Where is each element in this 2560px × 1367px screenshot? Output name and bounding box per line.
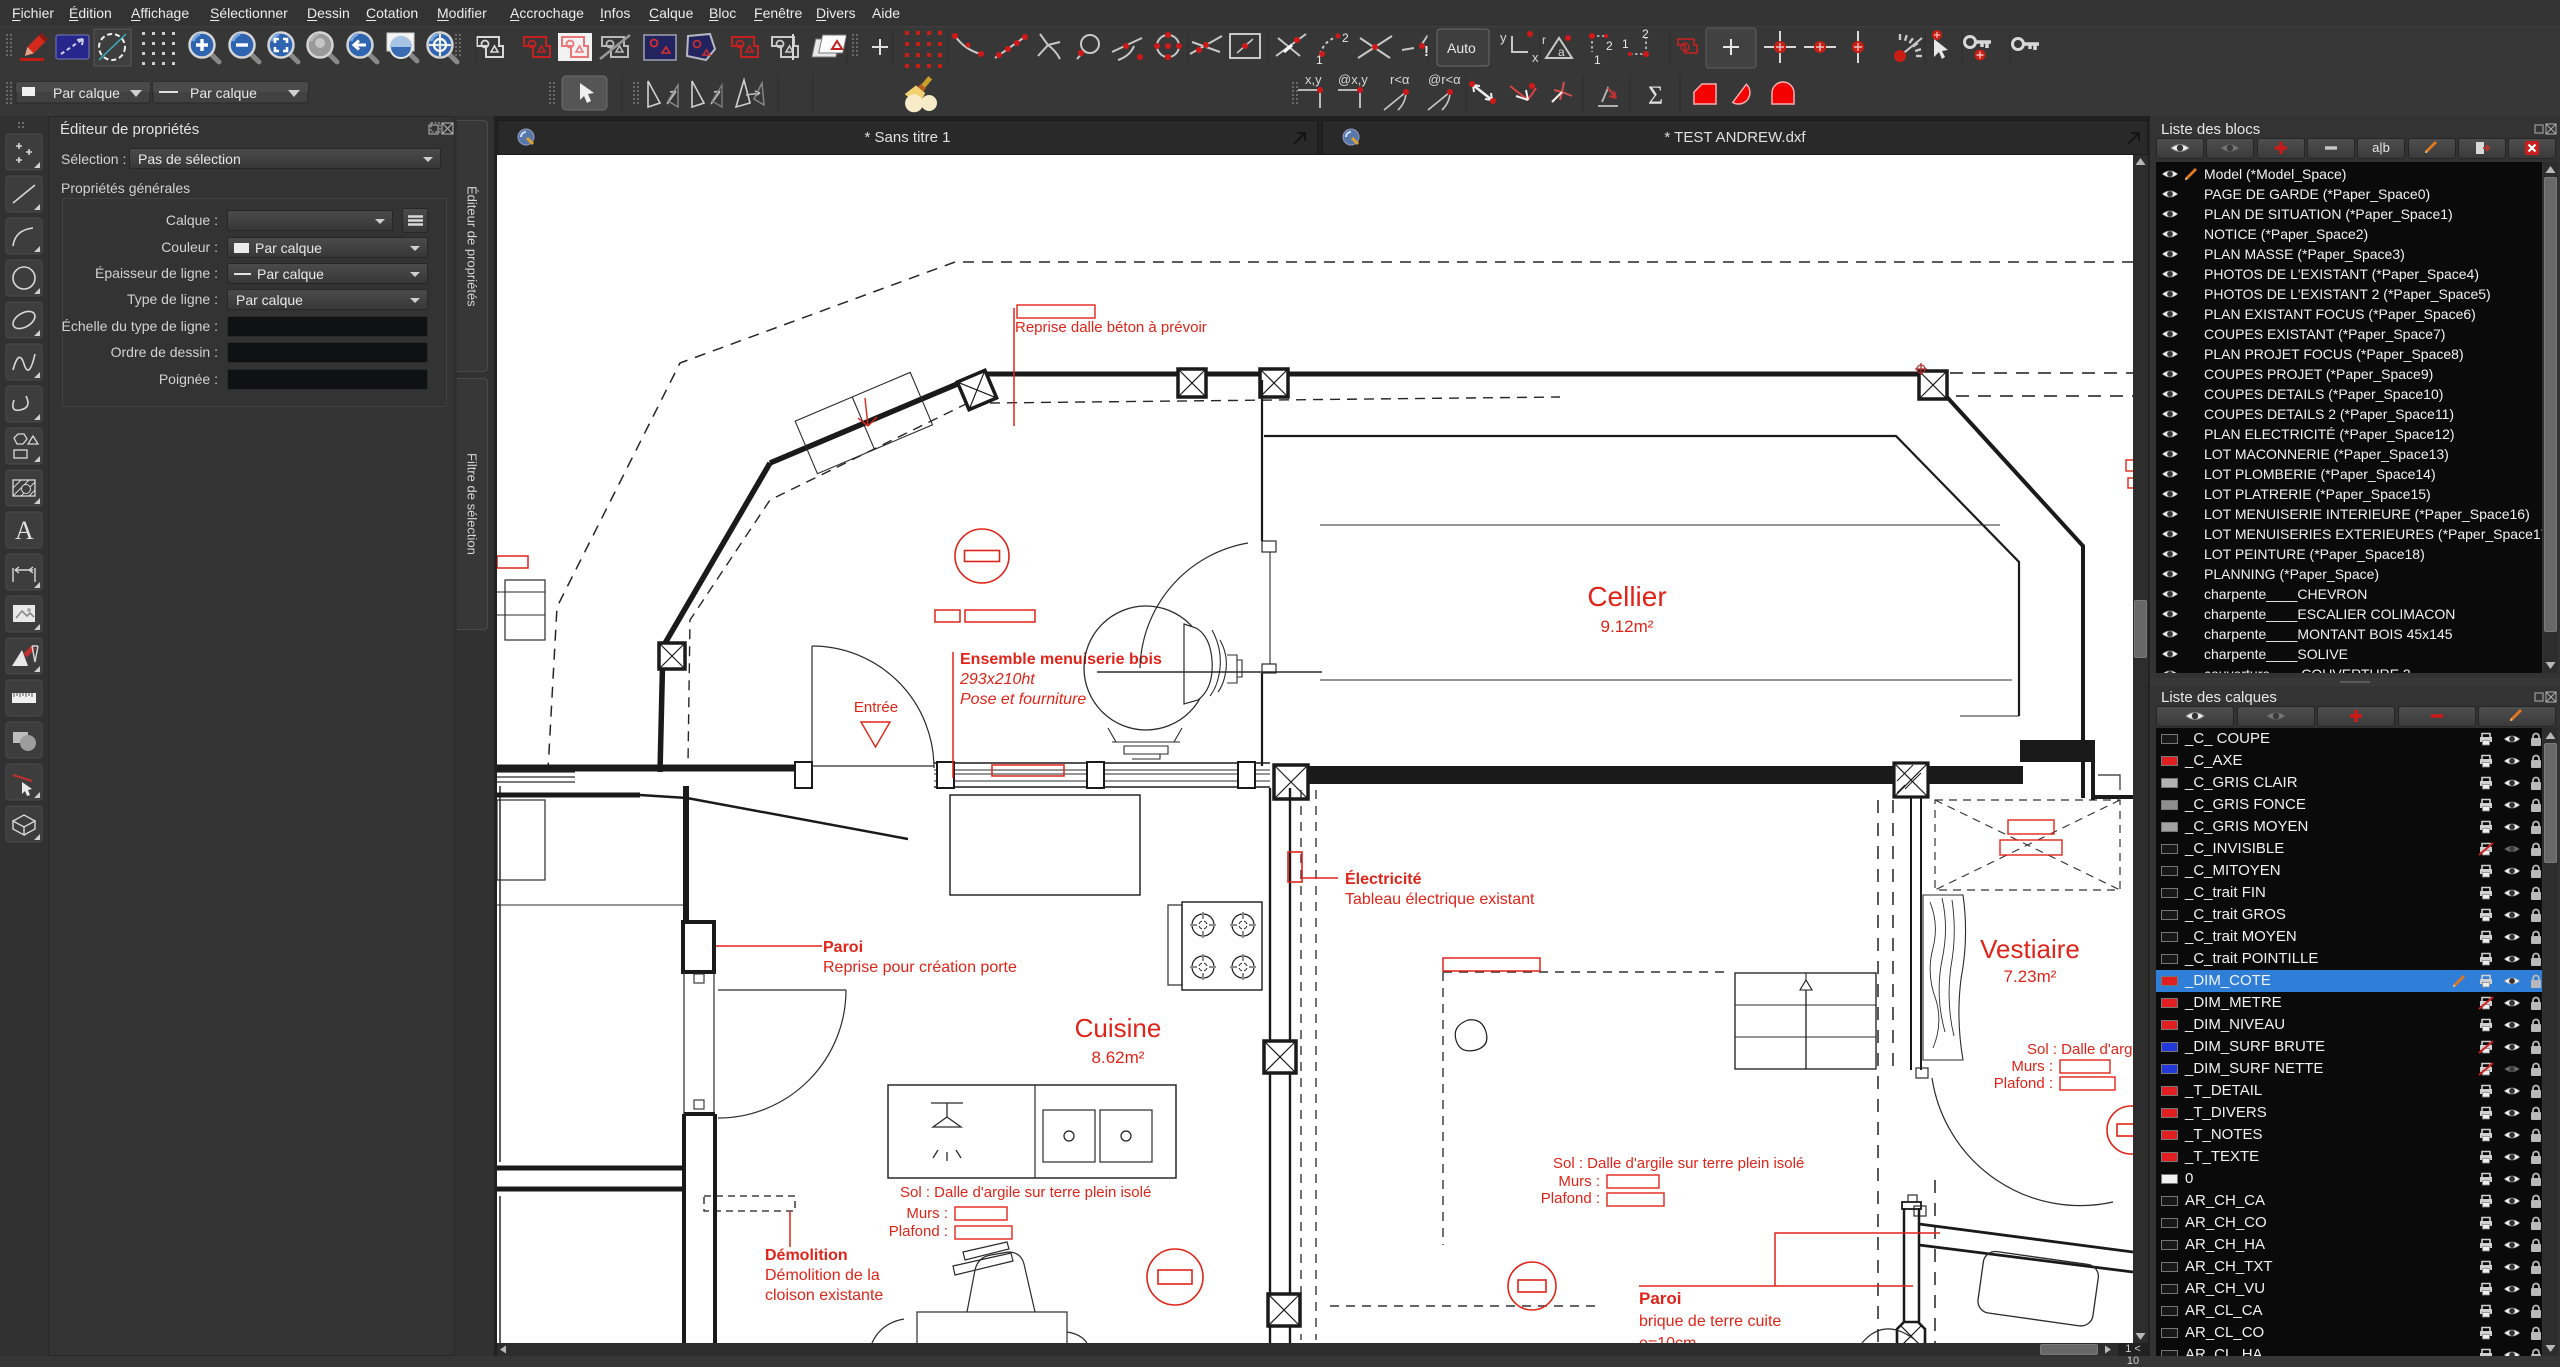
svg-text:Démolition: Démolition: [765, 1247, 848, 1264]
svg-text:x,y: x,y: [1305, 72, 1322, 87]
svg-text:1: 1: [1594, 53, 1601, 67]
svg-text:7.23m²: 7.23m²: [2004, 967, 2057, 986]
svg-text:1: 1: [1316, 53, 1323, 67]
svg-text:Plafond :: Plafond :: [889, 1223, 948, 1240]
svg-text:293x210ht: 293x210ht: [959, 671, 1035, 688]
svg-text:Auto: Auto: [1447, 40, 1476, 56]
svg-text:Pose et fourniture: Pose et fourniture: [960, 691, 1086, 708]
svg-text:Sol : Dalle d'argile: Sol : Dalle d'argile: [2027, 1041, 2133, 1058]
svg-text:2: 2: [1342, 31, 1349, 45]
svg-text:Par calque: Par calque: [53, 85, 120, 101]
svg-text:r<α: r<α: [1390, 72, 1410, 87]
svg-text:e=10cm: e=10cm: [1639, 1335, 1696, 1343]
svg-text:r: r: [1542, 33, 1546, 47]
svg-text:9.12m²: 9.12m²: [1601, 617, 1654, 636]
svg-text:Reprise pour création porte: Reprise pour création porte: [823, 959, 1017, 976]
svg-text:Murs :: Murs :: [1558, 1173, 1600, 1190]
svg-text:x: x: [1532, 50, 1539, 65]
svg-text:Reprise dalle béton à prévoir: Reprise dalle béton à prévoir: [1015, 319, 1207, 336]
svg-text:Cuisine: Cuisine: [1075, 1013, 1162, 1043]
svg-text:A: A: [15, 516, 34, 545]
svg-text:Démolition de la: Démolition de la: [765, 1267, 880, 1284]
svg-text:Plafond :: Plafond :: [1994, 1075, 2053, 1092]
svg-text:@r<α: @r<α: [1428, 72, 1461, 87]
svg-text:1: 1: [1622, 37, 1629, 51]
svg-text:Vestiaire: Vestiaire: [1980, 934, 2080, 964]
svg-text:Tableau électrique existant: Tableau électrique existant: [1345, 891, 1535, 908]
svg-text:Paroi: Paroi: [823, 939, 863, 956]
svg-text:y: y: [1500, 30, 1507, 45]
svg-text:8.62m²: 8.62m²: [1092, 1048, 1145, 1067]
svg-text:Électricité: Électricité: [1345, 869, 1422, 888]
svg-text:Plafond :: Plafond :: [1541, 1190, 1600, 1207]
svg-text:2: 2: [1642, 27, 1649, 41]
svg-text:Paroi: Paroi: [1639, 1289, 1682, 1308]
svg-text:Ensemble menuiserie bois: Ensemble menuiserie bois: [960, 651, 1162, 668]
svg-text:Entrée: Entrée: [854, 699, 898, 716]
svg-text:cloison existante: cloison existante: [765, 1287, 883, 1304]
svg-text:Murs :: Murs :: [2011, 1058, 2053, 1075]
svg-text:2: 2: [1606, 39, 1613, 53]
svg-text:Σ: Σ: [1648, 81, 1663, 110]
svg-text:Par calque: Par calque: [190, 85, 257, 101]
svg-text:Murs :: Murs :: [906, 1205, 948, 1222]
svg-text:a: a: [1558, 45, 1565, 59]
svg-text:Sol : Dalle d'argile sur terre: Sol : Dalle d'argile sur terre plein iso…: [900, 1184, 1151, 1201]
svg-text:Sol : Dalle d'argile sur terre: Sol : Dalle d'argile sur terre plein iso…: [1553, 1155, 1804, 1172]
svg-text:@x,y: @x,y: [1338, 72, 1368, 87]
svg-text:brique de terre cuite: brique de terre cuite: [1639, 1313, 1781, 1330]
svg-text:Cellier: Cellier: [1587, 581, 1666, 612]
